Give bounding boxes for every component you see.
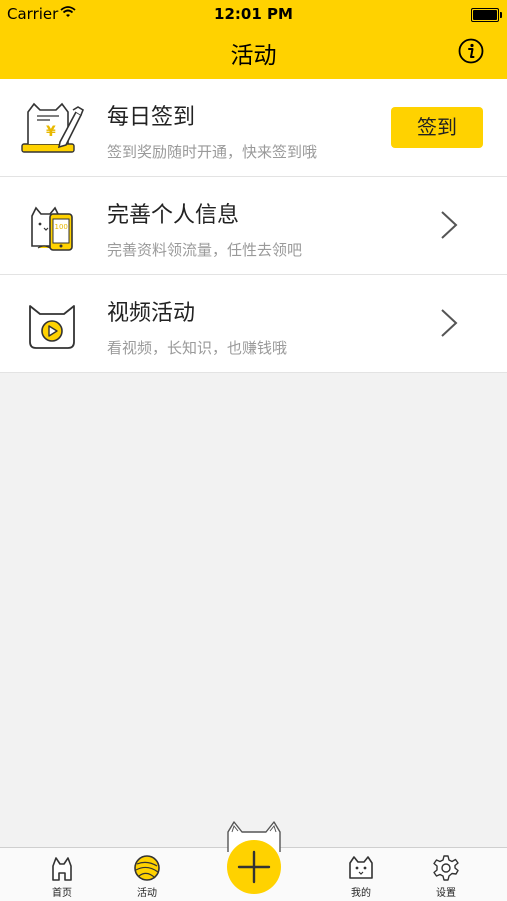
profile-title: 完善个人信息 [107,203,240,228]
list-item-complete-profile[interactable]: 100 完善个人信息 完善资料领流量，任性去领吧 [0,177,507,275]
list-item-daily-signin: ¥ 每日签到 签到奖励随时开通，快来签到哦 签到 [0,79,507,177]
center-add-wrap [222,818,286,898]
svg-text:¥: ¥ [46,124,56,140]
tab-settings-label: 设置 [436,888,456,899]
tab-home[interactable]: 首页 [32,854,92,899]
home-icon [52,857,72,881]
signin-button[interactable]: 签到 [391,107,483,148]
tab-mine-label: 我的 [351,888,371,899]
video-title: 视频活动 [107,301,196,326]
signin-subtitle: 签到奖励随时开通，快来签到哦 [107,143,318,161]
tab-settings[interactable]: 设置 [416,854,476,899]
battery-icon [471,8,502,22]
list-item-video-activity[interactable]: 视频活动 看视频，长知识，也赚钱哦 [0,275,507,373]
chevron-right-icon [441,211,458,239]
profile-subtitle: 完善资料领流量，任性去领吧 [107,241,303,259]
cat-sign-in-icon: ¥ [21,102,84,153]
info-icon[interactable] [458,38,484,64]
add-button[interactable] [227,840,281,894]
svg-text:100: 100 [55,223,68,231]
yarn-ball-icon [134,855,160,881]
cat-video-icon [29,305,75,349]
status-bar: Carrier 12:01 PM [0,0,507,28]
clock-time: 12:01 PM [214,5,293,23]
gear-icon [433,855,459,881]
activity-list: ¥ 每日签到 签到奖励随时开通，快来签到哦 签到 100 完善个人信息 完善资料… [0,79,507,373]
cat-face-icon [349,856,373,879]
video-subtitle: 看视频，长知识，也赚钱哦 [107,339,288,357]
chevron-right-icon [441,309,458,337]
tab-mine[interactable]: 我的 [331,854,391,899]
cat-phone-icon: 100 [31,206,73,251]
plus-icon [237,850,271,884]
tab-home-label: 首页 [52,888,72,899]
tab-activity[interactable]: 活动 [117,854,177,899]
page-title: 活动 [230,43,277,69]
header: Carrier 12:01 PM 活动 [0,0,507,79]
signin-title: 每日签到 [107,105,196,130]
tab-activity-label: 活动 [137,888,157,899]
